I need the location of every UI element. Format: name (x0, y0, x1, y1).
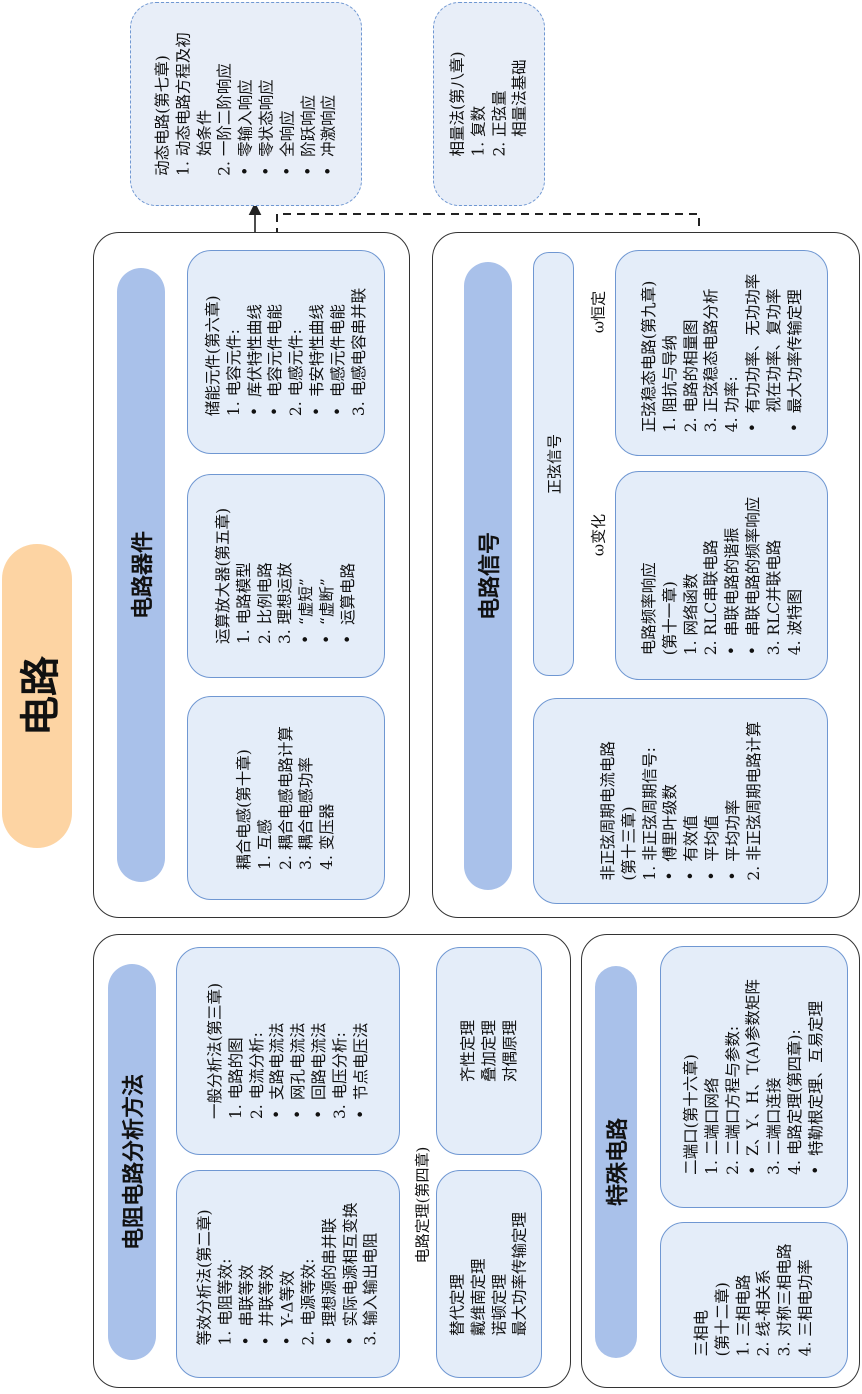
theorems-text-1: 替代定理 戴维南定理 诺顿定理 最大功率传输定理 (448, 1211, 529, 1337)
phasor-method-text: 相量法(第八章) 1. 复数 2. 正弦量 相量法基础 (448, 51, 529, 157)
omega-constant-label-box: ω恒定 (586, 282, 610, 342)
root-label: 电路 (18, 656, 64, 736)
dynamic-circuits-box: 动态电路(第七章) 1. 动态电路方程及初 始条件 2. 一阶二阶响应 • 零输… (130, 2, 362, 206)
omega-variable-label: ω变化 (589, 513, 608, 557)
frequency-response-text: 电路频率响应 (第十一章) 1. 网络函数 2. RLC串联电路 • 串联电路的… (639, 496, 803, 655)
omega-constant-label: ω恒定 (589, 290, 608, 334)
signals-title-pill: 电路信号 (464, 262, 512, 890)
equivalent-analysis-text: 等效分析法(第二章) 1. 电阻等效: • 串联等效 • 并联等效 • Y-Δ等… (195, 1202, 380, 1346)
components-title: 电路器件 (131, 530, 156, 620)
root-node: 电路 (2, 544, 72, 848)
circuit-theorems-label: 电路定理(第四章) (413, 1146, 432, 1264)
components-title-pill: 电路器件 (117, 268, 165, 882)
special-title-pill: 特殊电路 (595, 966, 637, 1358)
coupled-inductor-text: 耦合电感(第十章) 1. 互感 2. 耦合电感电路计算 3. 耦合电感功率 4.… (235, 726, 337, 870)
frequency-response-card: 电路频率响应 (第十一章) 1. 网络函数 2. RLC串联电路 • 串联电路的… (615, 471, 828, 680)
general-analysis-text: 一般分析法(第三章) 1. 电路的图 2. 电流分析: • 支路电流法 • 网孔… (205, 982, 370, 1120)
theorems-text-2: 齐性定理 叠加定理 对偶原理 (458, 1019, 519, 1083)
omega-variable-label-box: ω变化 (586, 505, 610, 565)
two-port-card: 二端口(第十六章) 1. 二端口网络 2. 二端口方程与参数: • Z、Y、H、… (660, 946, 848, 1208)
general-analysis-card: 一般分析法(第三章) 1. 电路的图 2. 电流分析: • 支路电流法 • 网孔… (176, 947, 400, 1155)
theorems-card-2: 齐性定理 叠加定理 对偶原理 (436, 947, 542, 1155)
signals-title: 电路信号 (478, 531, 503, 621)
equivalent-analysis-card: 等效分析法(第二章) 1. 电阻等效: • 串联等效 • 并联等效 • Y-Δ等… (176, 1170, 400, 1378)
two-port-text: 二端口(第十六章) 1. 二端口网络 2. 二端口方程与参数: • Z、Y、H、… (682, 979, 825, 1175)
nonsinusoidal-text: 非正弦周期电流电路 (第十三章) 1. 非正弦周期信号: • 傅里叶级数 • 有… (598, 721, 762, 881)
theorems-card-1: 替代定理 戴维南定理 诺顿定理 最大功率传输定理 (436, 1170, 542, 1378)
sinusoidal-steady-card: 正弦稳态电路(第九章) 1. 阻抗与导纳 2. 电路的相量图 3. 正弦稳态电路… (615, 250, 828, 456)
sinusoidal-signal-label: 正弦信号 (545, 433, 563, 495)
special-title: 特殊电路 (606, 1117, 631, 1207)
three-phase-text: 三相电 (第十二章) 1. 三相电路 2. 线-相关系 3. 对称三相电路 4.… (692, 1243, 815, 1357)
opamp-text: 运算放大器(第五章) 1. 电路模型 2. 比例电路 3. 理想运放 • “虚短… (214, 507, 357, 645)
circuit-theorems-label-box: 电路定理(第四章) (408, 1100, 436, 1310)
resistive-title: 电阻电路分析方法 (122, 1073, 147, 1251)
coupled-inductor-card: 耦合电感(第十章) 1. 互感 2. 耦合电感电路计算 3. 耦合电感功率 4.… (187, 696, 385, 900)
dynamic-circuits-text: 动态电路(第七章) 1. 动态电路方程及初 始条件 2. 一阶二阶响应 • 零输… (153, 32, 338, 176)
storage-elements-text: 储能元件(第六章) 1. 电容元件: • 库伏特性曲线 • 电容元件电能 2. … (203, 287, 368, 417)
nonsinusoidal-card: 非正弦周期电流电路 (第十三章) 1. 非正弦周期信号: • 傅里叶级数 • 有… (533, 698, 828, 904)
resistive-title-pill: 电阻电路分析方法 (108, 964, 156, 1360)
three-phase-card: 三相电 (第十二章) 1. 三相电路 2. 线-相关系 3. 对称三相电路 4.… (660, 1222, 848, 1378)
opamp-card: 运算放大器(第五章) 1. 电路模型 2. 比例电路 3. 理想运放 • “虚短… (187, 474, 385, 678)
phasor-method-box: 相量法(第八章) 1. 复数 2. 正弦量 相量法基础 (433, 2, 545, 206)
storage-elements-card: 储能元件(第六章) 1. 电容元件: • 库伏特性曲线 • 电容元件电能 2. … (187, 250, 385, 454)
sinusoidal-signal-bar: 正弦信号 (533, 252, 574, 676)
sinusoidal-steady-text: 正弦稳态电路(第九章) 1. 阻抗与导纳 2. 电路的相量图 3. 正弦稳态电路… (639, 273, 803, 433)
